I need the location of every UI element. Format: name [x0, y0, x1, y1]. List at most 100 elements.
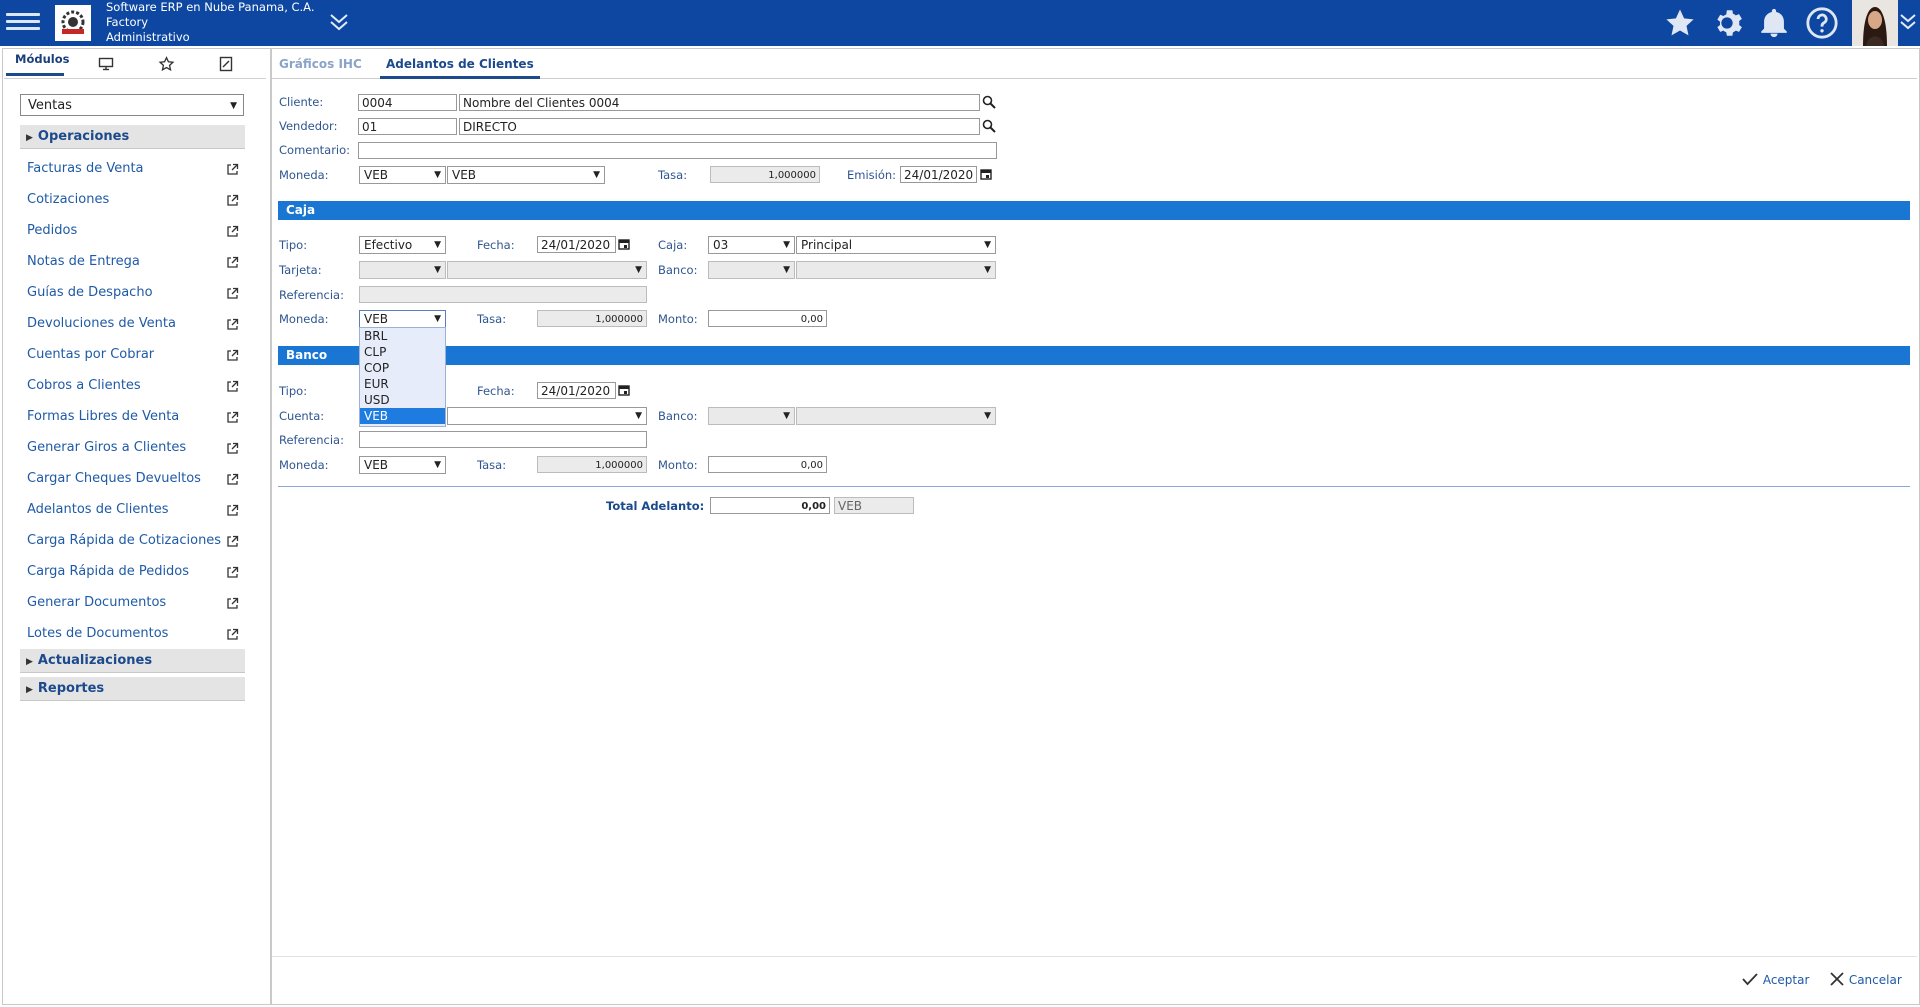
menu-item[interactable]: Guías de Despacho: [27, 282, 239, 304]
monitor-icon[interactable]: [98, 57, 114, 74]
tab-graficos[interactable]: Gráficos IHC: [279, 57, 362, 71]
tab-modules[interactable]: Módulos: [6, 52, 69, 76]
total-adelanto-label: Total Adelanto:: [606, 499, 705, 513]
external-link-icon[interactable]: [226, 627, 239, 649]
caja-referencia-input[interactable]: [359, 286, 647, 303]
emision-date-input[interactable]: 24/01/2020: [900, 166, 977, 183]
accept-button[interactable]: Aceptar: [1741, 972, 1809, 987]
group-actualizaciones[interactable]: ▶ Actualizaciones: [20, 649, 245, 673]
dropdown-arrow-icon: ▼: [783, 240, 790, 250]
comentario-input[interactable]: [358, 142, 997, 159]
banco-moneda-select[interactable]: VEB ▼: [359, 456, 446, 474]
favorites-star-icon[interactable]: [158, 56, 175, 75]
bell-icon[interactable]: [1757, 6, 1791, 40]
caja-tarjeta-code-select[interactable]: ▼: [359, 261, 446, 279]
currency-option[interactable]: COP: [360, 360, 445, 376]
calendar-icon[interactable]: [980, 168, 992, 183]
external-link-icon[interactable]: [226, 472, 239, 494]
external-link-icon[interactable]: [226, 348, 239, 370]
dropdown-arrow-icon: ▼: [984, 265, 991, 275]
external-link-icon[interactable]: [226, 503, 239, 525]
currency-option[interactable]: VEB: [360, 408, 445, 424]
branch-name: Factory: [106, 15, 149, 29]
vendedor-name-input[interactable]: DIRECTO: [459, 118, 980, 135]
menu-item[interactable]: Cobros a Clientes: [27, 375, 239, 397]
external-link-icon[interactable]: [226, 379, 239, 401]
menu-item[interactable]: Devoluciones de Venta: [27, 313, 239, 335]
star-icon[interactable]: [1663, 6, 1697, 40]
menu-item[interactable]: Lotes de Documentos: [27, 623, 239, 645]
group-operaciones[interactable]: ▶ Operaciones: [20, 125, 245, 149]
menu-item[interactable]: Cuentas por Cobrar: [27, 344, 239, 366]
caja-tipo-select[interactable]: Efectivo ▼: [359, 236, 446, 254]
comentario-label: Comentario:: [279, 143, 351, 157]
external-link-icon[interactable]: [226, 317, 239, 339]
calendar-icon[interactable]: [618, 238, 630, 253]
menu-item[interactable]: Carga Rápida de Pedidos: [27, 561, 239, 583]
caja-referencia-label: Referencia:: [279, 288, 344, 302]
tab-adelantos[interactable]: Adelantos de Clientes: [380, 55, 540, 79]
gear-icon[interactable]: [1710, 6, 1744, 40]
external-link-icon[interactable]: [226, 255, 239, 277]
external-link-icon[interactable]: [226, 565, 239, 587]
menu-item[interactable]: Generar Documentos: [27, 592, 239, 614]
banco-cuenta-select[interactable]: ▼: [447, 407, 647, 425]
caja-banco-name-select[interactable]: ▼: [796, 261, 996, 279]
menu-item[interactable]: Carga Rápida de Cotizaciones: [27, 530, 239, 552]
caja-name-select[interactable]: Principal ▼: [796, 236, 996, 254]
external-link-icon[interactable]: [226, 193, 239, 215]
banco-banco-code-select[interactable]: ▼: [708, 407, 795, 425]
avatar[interactable]: [1852, 0, 1898, 46]
dropdown-arrow-icon: ▼: [434, 240, 441, 250]
currency-option[interactable]: USD: [360, 392, 445, 408]
group-reportes[interactable]: ▶ Reportes: [20, 677, 245, 701]
collapse-chevron-icon[interactable]: [328, 12, 350, 35]
banco-referencia-input[interactable]: [359, 431, 647, 448]
banco-fecha-input[interactable]: 24/01/2020: [537, 382, 616, 399]
caja-caja-label: Caja:: [658, 238, 688, 252]
currency-option[interactable]: CLP: [360, 344, 445, 360]
caja-monto-input[interactable]: 0,00: [708, 310, 827, 327]
banco-banco-name-select[interactable]: ▼: [796, 407, 996, 425]
external-link-icon[interactable]: [226, 224, 239, 246]
caja-monto-label: Monto:: [658, 312, 698, 326]
moneda-name-select[interactable]: VEB ▼: [447, 166, 605, 184]
moneda-code-select[interactable]: VEB ▼: [359, 166, 446, 184]
menu-item[interactable]: Formas Libres de Venta: [27, 406, 239, 428]
currency-option[interactable]: BRL: [360, 328, 445, 344]
cancel-button[interactable]: Cancelar: [1829, 972, 1902, 987]
caja-moneda-select[interactable]: VEB ▼: [359, 310, 446, 328]
cliente-name-input[interactable]: Nombre del Clientes 0004: [459, 94, 980, 111]
external-link-icon[interactable]: [226, 534, 239, 556]
external-link-icon[interactable]: [226, 596, 239, 618]
currency-option[interactable]: EUR: [360, 376, 445, 392]
caja-tarjeta-name-select[interactable]: ▼: [447, 261, 647, 279]
user-menu-chevron-icon[interactable]: [1898, 10, 1918, 37]
menu-item[interactable]: Facturas de Venta: [27, 158, 239, 180]
search-icon[interactable]: [982, 119, 996, 136]
group-operaciones-label: Operaciones: [37, 129, 130, 144]
cliente-code-input[interactable]: 0004: [358, 94, 457, 111]
module-select[interactable]: Ventas ▼: [20, 94, 244, 116]
external-link-icon[interactable]: [226, 162, 239, 184]
menu-item[interactable]: Cargar Cheques Devueltos: [27, 468, 239, 490]
menu-icon[interactable]: [6, 9, 40, 37]
menu-item-label: Cuentas por Cobrar: [27, 347, 155, 362]
caja-code-select[interactable]: 03 ▼: [708, 236, 795, 254]
external-link-icon[interactable]: [226, 441, 239, 463]
caja-fecha-input[interactable]: 24/01/2020: [537, 236, 616, 253]
help-icon[interactable]: [1805, 6, 1839, 40]
menu-item[interactable]: Adelantos de Clientes: [27, 499, 239, 521]
external-link-icon[interactable]: [226, 410, 239, 432]
menu-item[interactable]: Pedidos: [27, 220, 239, 242]
external-link-icon[interactable]: [226, 286, 239, 308]
calendar-icon[interactable]: [618, 384, 630, 399]
vendedor-code-input[interactable]: 01: [358, 118, 457, 135]
menu-item[interactable]: Notas de Entrega: [27, 251, 239, 273]
document-icon[interactable]: [219, 56, 233, 75]
menu-item[interactable]: Cotizaciones: [27, 189, 239, 211]
banco-monto-input[interactable]: 0,00: [708, 456, 827, 473]
menu-item[interactable]: Generar Giros a Clientes: [27, 437, 239, 459]
search-icon[interactable]: [982, 95, 996, 112]
caja-banco-code-select[interactable]: ▼: [708, 261, 795, 279]
